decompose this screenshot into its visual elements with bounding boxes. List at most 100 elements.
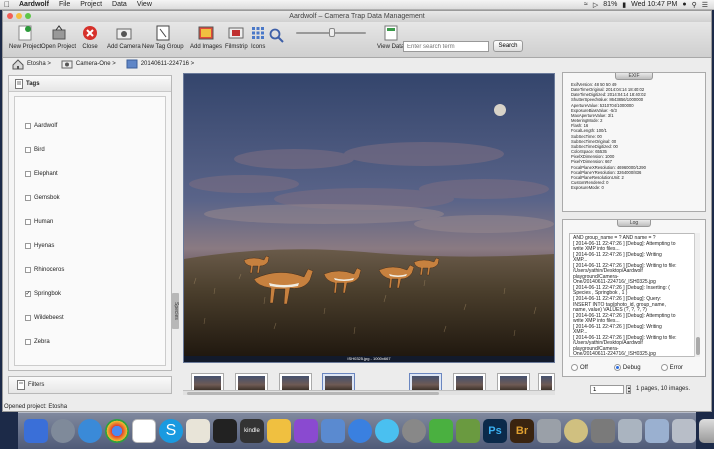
kindle-icon[interactable]: kindle (240, 419, 264, 443)
log-level-error[interactable]: Error (660, 364, 683, 371)
log-scrollbar-thumb[interactable] (696, 337, 700, 355)
aardwolf-icon[interactable] (564, 419, 588, 443)
tag-hyenas[interactable]: Hyenas (25, 243, 54, 249)
spotlight-icon[interactable]: ⚲ (692, 1, 697, 9)
skype-icon[interactable]: S (159, 419, 183, 443)
new-project-button[interactable]: New Project (9, 24, 41, 50)
open-project-button[interactable]: Open Project (41, 24, 76, 50)
tag-wildebeest[interactable]: Wildebeest (25, 315, 64, 321)
breadcrumb-folder[interactable]: 20140611-224716 > (126, 59, 194, 69)
view-data-button[interactable]: View Data (377, 24, 404, 50)
thumbnail-scrollbar-thumb[interactable] (187, 392, 439, 395)
tag-aardwolf[interactable]: Aardwolf (25, 123, 57, 129)
new-tag-group-button[interactable]: New Tag Group (142, 24, 184, 50)
menu-data[interactable]: Data (107, 1, 132, 8)
log-scrollbar[interactable] (694, 233, 700, 357)
zoom-button[interactable] (269, 27, 285, 47)
log-output[interactable]: AND group_name = ? AND name = ? [ 2014-0… (569, 233, 695, 357)
tag-checkbox[interactable] (25, 243, 31, 249)
pencil-tool-icon[interactable] (456, 419, 480, 443)
chrome-icon[interactable] (105, 419, 129, 443)
bridge-icon[interactable]: Br (510, 419, 534, 443)
app-store-icon[interactable] (375, 419, 399, 443)
filmstrip-button[interactable]: Filmstrip (225, 24, 248, 50)
trash-icon[interactable] (699, 419, 714, 443)
notification-icon[interactable]: ☰ (702, 1, 708, 9)
tag-rhinoceros[interactable]: Rhinoceros (25, 267, 64, 273)
tag-label: Rhinoceros (34, 267, 65, 273)
radio-button[interactable] (660, 364, 668, 371)
close-window-icon[interactable] (7, 13, 13, 19)
search-input[interactable] (403, 41, 489, 52)
textedit-icon[interactable] (186, 419, 210, 443)
breadcrumb-project[interactable]: Etosha > (12, 58, 51, 70)
zoom-window-icon[interactable] (25, 13, 31, 19)
tag-elephant[interactable]: Elephant (25, 171, 58, 177)
page-stepper[interactable]: ▲ ▼ (626, 385, 631, 394)
clock[interactable]: Wed 10:47 PM (631, 1, 677, 8)
radio-button[interactable] (571, 364, 578, 371)
log-level-debug[interactable]: Debug (613, 364, 641, 371)
tag-checkbox[interactable] (25, 123, 31, 129)
photos-icon[interactable] (537, 419, 561, 443)
exif-panel-title[interactable]: EXIF (615, 73, 653, 80)
apple-icon[interactable]:  (0, 0, 14, 9)
battery-percent[interactable]: 81% (603, 1, 617, 8)
user-icon[interactable]: ● (682, 1, 686, 8)
itunes-icon[interactable] (348, 419, 372, 443)
folder-icon[interactable] (618, 419, 642, 443)
tag-checkbox[interactable] (25, 339, 31, 345)
search-button[interactable]: Search (493, 40, 523, 52)
tag-checkbox[interactable] (25, 267, 31, 273)
breadcrumb-camera[interactable]: Camera-One > (61, 59, 116, 69)
documents-folder-icon[interactable] (672, 419, 696, 443)
zoom-slider[interactable] (296, 28, 366, 37)
tag-checkbox[interactable] (25, 147, 31, 153)
preview-icon[interactable] (321, 419, 345, 443)
icons-view-button[interactable]: Icons (251, 24, 265, 50)
menu-app[interactable]: Aardwolf (14, 1, 54, 8)
launchpad-icon[interactable] (51, 419, 75, 443)
menu-file[interactable]: File (54, 1, 75, 8)
filters-header[interactable]: Filters (8, 376, 172, 394)
app-icon[interactable] (591, 419, 615, 443)
tag-gemsbok[interactable]: Gemsbok (25, 195, 60, 201)
stickies-icon[interactable] (267, 419, 291, 443)
tag-human[interactable]: Human (25, 219, 53, 225)
add-camera-button[interactable]: Add Camera (107, 24, 141, 50)
add-images-button[interactable]: Add Images (190, 24, 222, 50)
tag-springbok[interactable]: ✓ Springbok (25, 291, 61, 297)
species-tab[interactable]: Species (172, 293, 179, 329)
tag-checkbox-checked[interactable]: ✓ (25, 291, 31, 297)
menu-project[interactable]: Project (75, 1, 107, 8)
volume-icon[interactable]: ▷ (593, 1, 598, 9)
tags-header[interactable]: Tags (9, 76, 171, 92)
radio-button-selected[interactable] (613, 364, 621, 371)
calendar-icon[interactable] (132, 419, 156, 443)
close-button[interactable]: Close (82, 24, 98, 50)
tag-zebra[interactable]: Zebra (25, 339, 50, 345)
exif-line: ExposureMode: 0 (571, 185, 604, 191)
log-level-off[interactable]: Off (571, 364, 588, 371)
gimp-icon[interactable] (294, 419, 318, 443)
finder-icon[interactable] (24, 419, 48, 443)
tag-bird[interactable]: Bird (25, 147, 45, 153)
log-panel-title[interactable]: Log (616, 220, 652, 227)
qt-creator-icon[interactable] (429, 419, 453, 443)
downloads-folder-icon[interactable] (645, 419, 669, 443)
tag-checkbox[interactable] (25, 315, 31, 321)
tag-checkbox[interactable] (25, 219, 31, 225)
safari-icon[interactable] (78, 419, 102, 443)
system-preferences-icon[interactable] (402, 419, 426, 443)
menu-view[interactable]: View (132, 1, 157, 8)
terminal-icon[interactable] (213, 419, 237, 443)
wifi-icon[interactable]: ≈ (584, 1, 588, 8)
photoshop-icon[interactable]: Ps (483, 419, 507, 443)
thumbnail-scrollbar[interactable] (183, 390, 555, 395)
main-image[interactable]: ISH0325.jpg - 1000x667 (183, 73, 555, 363)
tag-checkbox[interactable] (25, 195, 31, 201)
minimize-window-icon[interactable] (16, 13, 22, 19)
zoom-slider-knob[interactable] (329, 28, 335, 37)
page-number-input[interactable] (590, 385, 624, 394)
tag-checkbox[interactable] (25, 171, 31, 177)
